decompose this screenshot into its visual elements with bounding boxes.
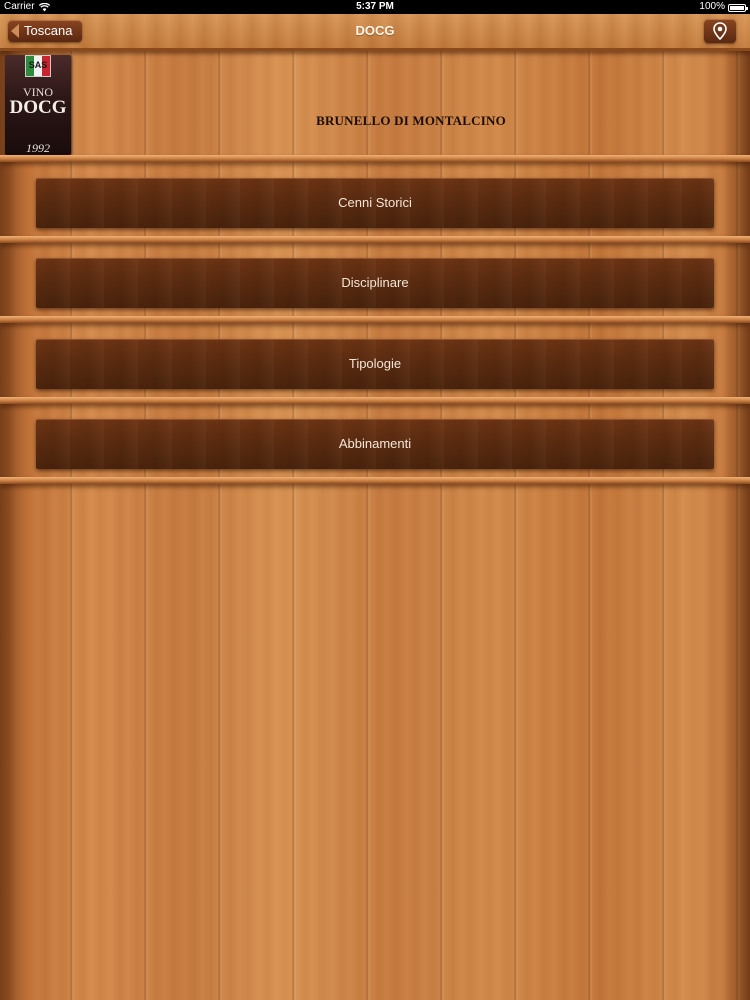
wine-label-image: VINO DOCG 1992 [5, 55, 71, 155]
cenni-storici-button[interactable]: Cenni Storici [36, 178, 714, 228]
map-button[interactable] [704, 19, 736, 43]
status-bar: Carrier 5:37 PM 100% [0, 0, 750, 14]
shelf-divider [0, 397, 750, 404]
location-pin-icon [713, 22, 727, 40]
label-year-text: 1992 [26, 141, 50, 155]
page-title: BRUNELLO DI MONTALCINO [316, 113, 506, 128]
status-right: 100% [699, 0, 748, 14]
abbinamenti-button[interactable]: Abbinamenti [36, 419, 714, 469]
nav-title: DOCG [355, 23, 395, 38]
shelf-divider [0, 477, 750, 484]
tipologie-button[interactable]: Tipologie [36, 339, 714, 389]
shelf-divider [0, 316, 750, 323]
disciplinare-button[interactable]: Disciplinare [36, 258, 714, 308]
label-docg-text: DOCG [9, 97, 67, 118]
status-time: 5:37 PM [356, 1, 394, 12]
shelf-divider [0, 236, 750, 243]
shelf-divider [0, 155, 750, 162]
seal-icon [25, 55, 51, 77]
page-header: VINO DOCG 1992 BRUNELLO DI MONTALCINO [0, 51, 750, 155]
navigation-bar: Toscana DOCG [0, 14, 750, 51]
battery-icon [728, 3, 748, 12]
battery-percent: 100% [699, 1, 725, 12]
